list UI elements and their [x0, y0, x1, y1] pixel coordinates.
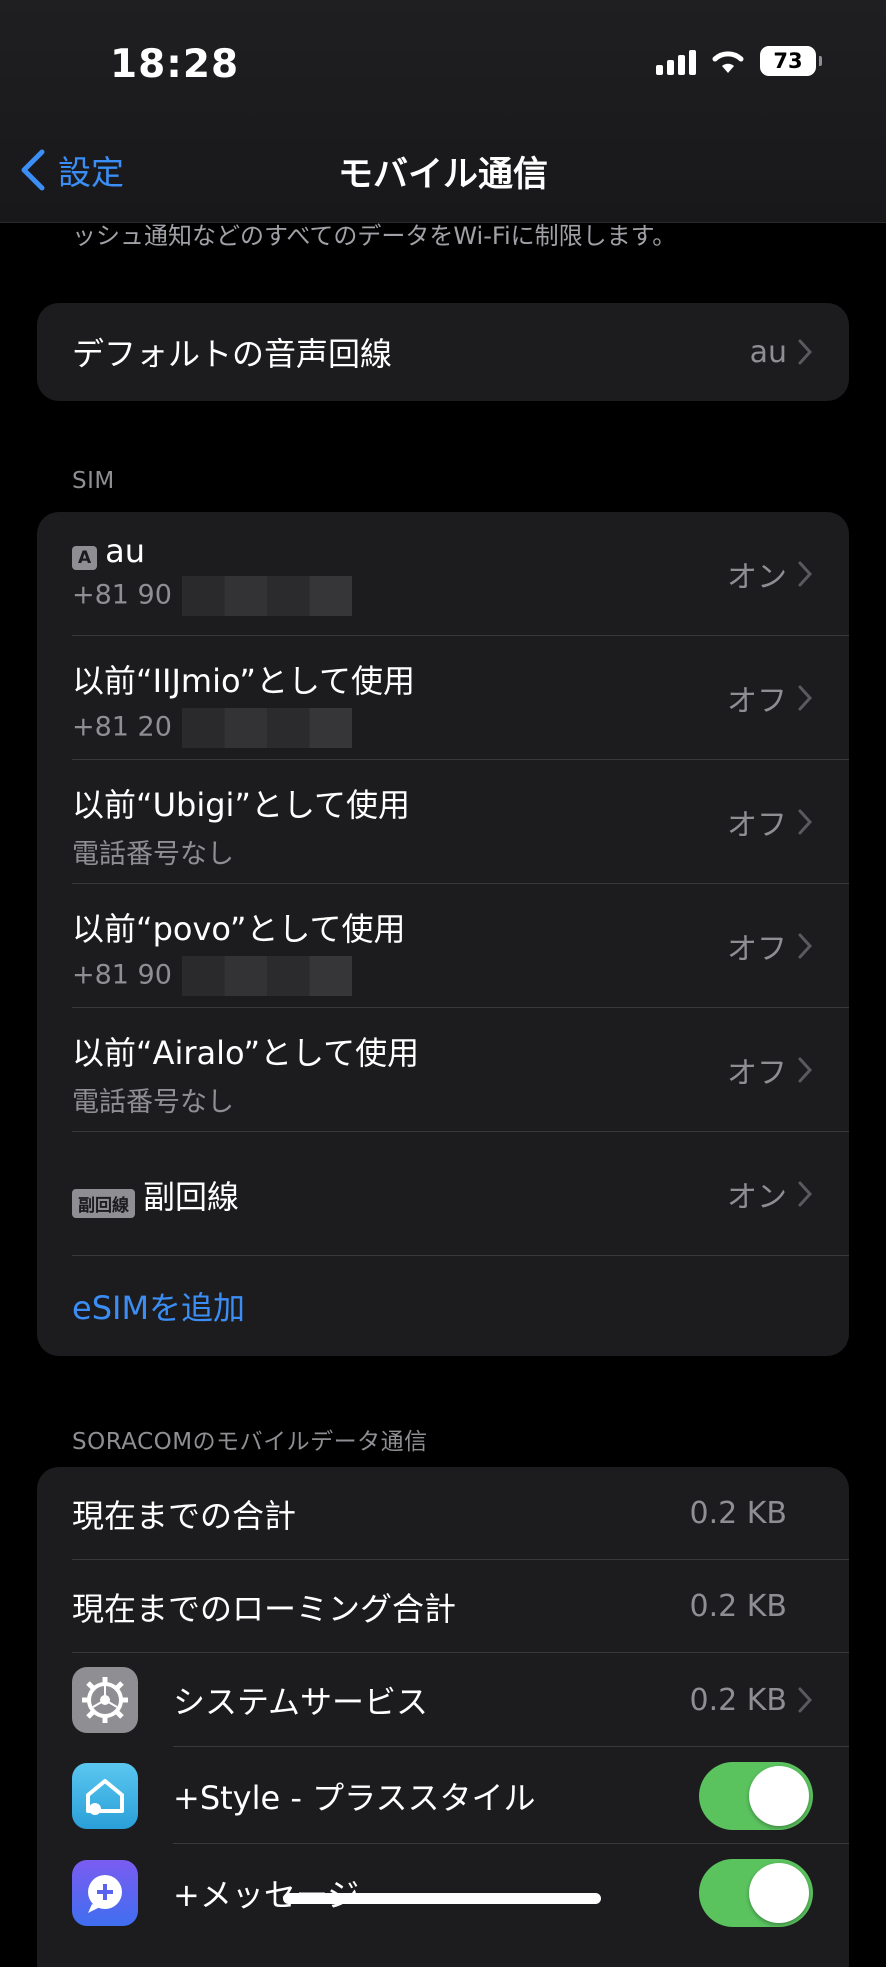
- current-total-value: 0.2 KB: [689, 1496, 788, 1531]
- sim-number: 電話番号なし: [72, 839, 234, 870]
- sim-status: オフ: [727, 684, 787, 719]
- sim-status: オフ: [727, 932, 787, 967]
- home-indicator[interactable]: [283, 1893, 601, 1904]
- top-bar: 18:28 73 設定 モバイル通信: [0, 0, 886, 223]
- add-esim-button[interactable]: eSIMを追加: [37, 1256, 849, 1356]
- sim-label: au: [105, 532, 146, 570]
- status-time: 18:28: [110, 42, 240, 87]
- plus-style-row: +Style - プラススタイル: [37, 1747, 849, 1844]
- chevron-right-icon: [798, 685, 813, 711]
- page-title: モバイル通信: [337, 155, 548, 195]
- redacted-number: [181, 956, 352, 996]
- toggle-knob: [749, 1765, 809, 1826]
- sim-label: 以前“Ubigi”として使用: [72, 786, 411, 824]
- sim-number: +81 90: [72, 959, 172, 991]
- default-voice-label: デフォルトの音声回線: [72, 335, 393, 373]
- sim-label: 以前“povo”として使用: [72, 910, 406, 948]
- sim-label: 以前“Airalo”として使用: [72, 1034, 420, 1072]
- sim-number: +81 20: [72, 711, 172, 743]
- plus-message-icon: [72, 1859, 138, 1926]
- sim-number: +81 90: [72, 579, 172, 611]
- plus-message-toggle[interactable]: [699, 1858, 813, 1927]
- wifi-icon: [712, 51, 744, 73]
- redacted-number: [181, 576, 352, 616]
- gear-icon: [72, 1667, 138, 1733]
- cellular-signal-icon: [656, 47, 696, 75]
- chevron-right-icon: [798, 339, 813, 365]
- chevron-right-icon: [798, 1687, 813, 1713]
- sim-item-povo[interactable]: 以前“povo”として使用 +81 90 オフ: [37, 884, 849, 1008]
- app-label: システムサービス: [173, 1683, 429, 1721]
- sim-item-ubigi[interactable]: 以前“Ubigi”として使用 電話番号なし オフ: [37, 760, 849, 884]
- sim-label: 副回線: [143, 1178, 240, 1216]
- sim-item-au[interactable]: Aau +81 90 オン: [37, 512, 849, 636]
- sim-label: 以前“IIJmio”として使用: [72, 662, 416, 700]
- sim-item-secondary[interactable]: 副回線 副回線 オン: [37, 1132, 849, 1256]
- battery-icon: 73: [760, 46, 822, 76]
- sim-status: オン: [727, 1180, 787, 1215]
- sim-group: Aau +81 90 オン 以前“IIJmio”として使用 +81 20 オフ …: [37, 512, 849, 1356]
- current-total-label: 現在までの合計: [72, 1496, 297, 1535]
- plus-style-icon: [72, 1762, 138, 1829]
- system-services-row[interactable]: システムサービス 0.2 KB: [37, 1653, 849, 1747]
- data-section-header: SORACOMのモバイルデータ通信: [72, 1429, 428, 1455]
- sim-status: オフ: [727, 1056, 787, 1091]
- chevron-right-icon: [798, 1057, 813, 1083]
- chevron-right-icon: [798, 1181, 813, 1207]
- app-label: +Style - プラススタイル: [173, 1778, 536, 1817]
- sim-status: オン: [727, 560, 787, 595]
- plus-style-toggle[interactable]: [699, 1761, 813, 1830]
- app-usage-value: 0.2 KB: [689, 1682, 788, 1718]
- toggle-knob: [749, 1862, 809, 1923]
- redacted-number: [181, 708, 352, 748]
- roaming-total-label: 現在までのローミング合計: [72, 1589, 457, 1628]
- default-voice-row[interactable]: デフォルトの音声回線 au: [37, 303, 849, 401]
- default-voice-value: au: [749, 334, 787, 370]
- sim-item-airalo[interactable]: 以前“Airalo”として使用 電話番号なし オフ: [37, 1008, 849, 1132]
- roaming-total-value: 0.2 KB: [689, 1589, 788, 1624]
- data-group: 現在までの合計 0.2 KB 現在までのローミング合計 0.2 KB システムサ…: [37, 1467, 849, 1967]
- sim-number: 電話番号なし: [72, 1087, 234, 1118]
- chevron-right-icon: [798, 561, 813, 587]
- battery-level: 73: [773, 49, 803, 73]
- chevron-right-icon: [798, 933, 813, 959]
- add-esim-label: eSIMを追加: [72, 1289, 246, 1327]
- chevron-right-icon: [798, 809, 813, 835]
- sim-section-header: SIM: [72, 468, 115, 494]
- sim-status: オフ: [727, 808, 787, 843]
- sim-badge: 副回線: [72, 1189, 135, 1218]
- sim-item-iijmio[interactable]: 以前“IIJmio”として使用 +81 20 オフ: [37, 636, 849, 760]
- roaming-total-row: 現在までのローミング合計 0.2 KB: [37, 1560, 849, 1653]
- default-voice-group: デフォルトの音声回線 au: [37, 303, 849, 401]
- current-total-row: 現在までの合計 0.2 KB: [37, 1467, 849, 1560]
- sim-badge: A: [72, 545, 98, 570]
- status-icons: 73: [656, 46, 822, 76]
